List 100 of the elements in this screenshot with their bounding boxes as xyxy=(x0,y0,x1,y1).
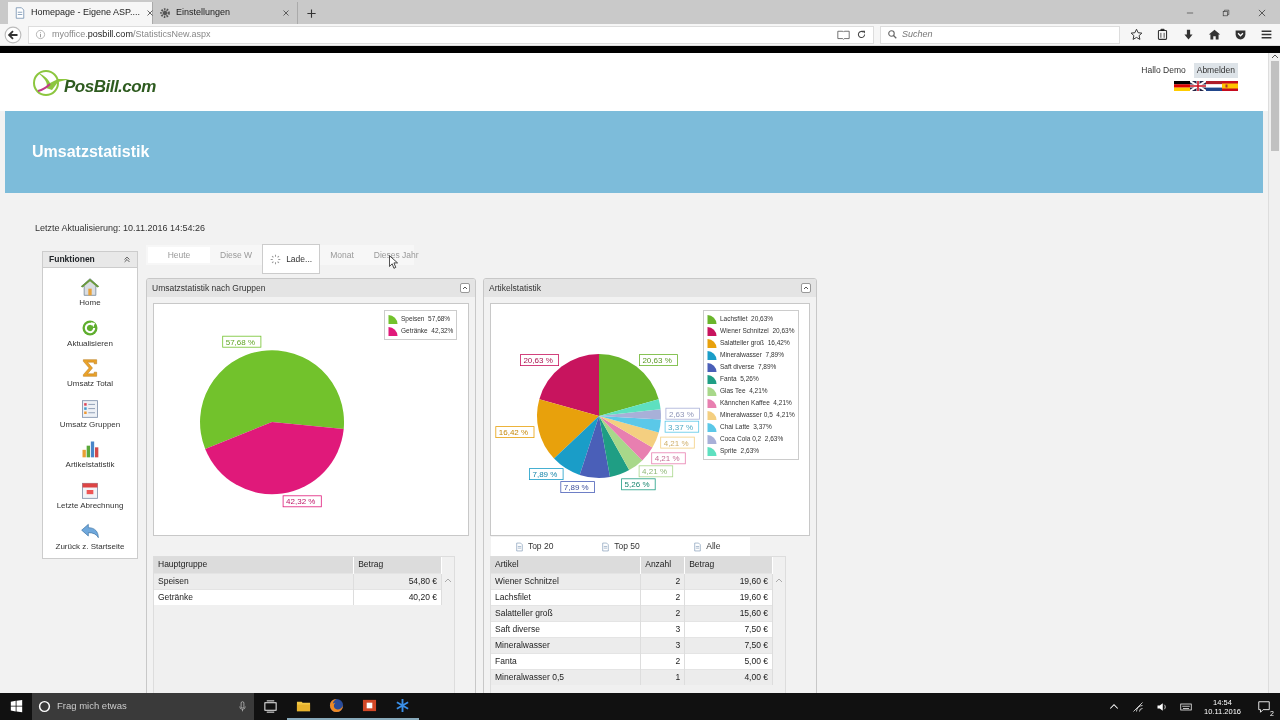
sidebar-title: Funktionen xyxy=(49,253,95,266)
filter-button[interactable]: Top 50 xyxy=(577,539,664,554)
scroll-thumb[interactable] xyxy=(1270,61,1279,151)
restore-icon[interactable] xyxy=(1221,8,1231,18)
logo-text: PosBill.com xyxy=(64,76,156,99)
menu-icon[interactable] xyxy=(1259,28,1273,41)
slides-app-icon[interactable] xyxy=(362,698,377,713)
data-label: 42,32 % xyxy=(282,495,322,508)
table-cell: Mineralwasser xyxy=(491,637,641,653)
flag-icon[interactable] xyxy=(1174,80,1190,91)
reload-icon[interactable] xyxy=(856,29,867,40)
speech-bubble-icon xyxy=(1256,699,1271,714)
table-cell: 15,60 € xyxy=(684,605,773,621)
sidebar-item[interactable]: Letzte Abrechnung xyxy=(43,476,137,518)
panel-title: Artikelstatistik xyxy=(489,281,541,295)
data-label: 7,89 % xyxy=(560,481,595,493)
microphone-icon xyxy=(237,701,248,712)
data-label: 5,26 % xyxy=(621,478,656,491)
table-cell: Fanta xyxy=(491,653,641,669)
table-cell: 40,20 € xyxy=(353,589,442,605)
home-icon[interactable] xyxy=(1207,28,1221,41)
flag-icon[interactable] xyxy=(1222,80,1238,91)
table-cell: 2 xyxy=(640,589,685,605)
collapse-icon[interactable] xyxy=(801,283,811,293)
sidebar-item[interactable]: Home xyxy=(43,274,137,315)
star-icon[interactable] xyxy=(1129,28,1143,41)
snowflake-icon[interactable] xyxy=(395,698,410,713)
browser-icon[interactable] xyxy=(329,698,344,713)
shield-icon[interactable] xyxy=(1233,28,1247,41)
data-label: 57,68 % xyxy=(222,335,262,348)
table-cell: 2 xyxy=(640,653,685,669)
sidebar-item[interactable]: Umsatz Total xyxy=(43,355,137,396)
cortana-icon xyxy=(38,700,51,713)
greeting-text: Hallo Demo xyxy=(1141,64,1186,77)
collapse-icon[interactable] xyxy=(460,283,470,293)
table-cell: 3 xyxy=(640,637,685,653)
table-cell: 19,60 € xyxy=(684,573,773,589)
data-label: 20,63 % xyxy=(639,354,678,366)
filter-button[interactable]: Alle xyxy=(663,539,750,554)
table-cell: 5,00 € xyxy=(684,653,773,669)
info-icon xyxy=(35,29,46,40)
table-cell: 54,80 € xyxy=(353,573,442,589)
address-field[interactable]: myoffice.posbill.com/StatisticsNew.aspx xyxy=(28,25,874,44)
table-cell: Getränke xyxy=(154,589,354,605)
table-cell: Salatteller groß xyxy=(491,605,641,621)
table-cell: 7,50 € xyxy=(684,637,773,653)
page-icon xyxy=(14,7,26,19)
table-cell: 4,00 € xyxy=(684,669,773,685)
clipboard-icon[interactable] xyxy=(1155,28,1169,41)
scrollbar[interactable] xyxy=(1268,53,1280,693)
spinner-icon xyxy=(270,253,282,265)
search-field[interactable]: Suchen xyxy=(880,25,1120,44)
sidebar-item[interactable]: Umsatz Gruppen xyxy=(43,395,137,437)
data-label: 3,37 % xyxy=(664,420,700,433)
document-icon xyxy=(693,541,703,552)
column-header: Artikel xyxy=(491,557,641,573)
list-icon xyxy=(80,398,100,419)
column-header: Hauptgruppe xyxy=(154,557,354,573)
sidebar-item[interactable]: Artikelstatistik xyxy=(43,436,137,477)
page-title: Umsatzstatistik xyxy=(32,142,150,162)
sidebar-item[interactable]: Zurück z. Startseite xyxy=(43,517,137,559)
panel-title: Umsatzstatistik nach Gruppen xyxy=(152,281,266,295)
filter-button[interactable]: Top 20 xyxy=(491,539,578,554)
sidebar-item[interactable]: Aktualisieren xyxy=(43,314,137,356)
search-icon xyxy=(887,29,898,40)
table-cell: Lachsfilet xyxy=(491,589,641,605)
wifi-icon[interactable] xyxy=(1132,700,1144,713)
loading-popup: Lade... xyxy=(262,244,321,274)
data-label: 2,63 % xyxy=(665,407,700,420)
data-label: 7,89 % xyxy=(529,468,564,480)
keyboard-icon[interactable] xyxy=(1180,700,1192,713)
table-cell: 1 xyxy=(640,669,685,685)
new-tab-button[interactable] xyxy=(306,8,317,19)
data-label: 20,63 % xyxy=(520,354,559,366)
flag-icon[interactable] xyxy=(1206,80,1222,91)
reader-icon[interactable] xyxy=(837,28,850,41)
task-view-icon[interactable] xyxy=(263,699,278,714)
column-header: Betrag xyxy=(684,557,773,573)
data-label: 16,42 % xyxy=(495,426,535,438)
document-icon xyxy=(514,541,524,552)
gear-icon xyxy=(159,7,171,19)
logout-link[interactable]: Abmelden xyxy=(1193,63,1238,78)
table-cell: 3 xyxy=(640,621,685,637)
close-icon xyxy=(144,8,155,18)
column-header: Betrag xyxy=(353,557,442,573)
data-label: 4,21 % xyxy=(651,452,686,465)
back-icon[interactable] xyxy=(4,25,22,44)
speaker-icon[interactable] xyxy=(1156,700,1168,713)
table-cell: Wiener Schnitzel xyxy=(491,573,641,589)
browser-tab[interactable]: Homepage - Eigene ASP.... xyxy=(8,2,153,24)
sigma-icon xyxy=(80,358,100,379)
close-icon[interactable] xyxy=(1257,8,1267,18)
windows-icon[interactable] xyxy=(9,700,23,713)
scroll-up-icon[interactable] xyxy=(1270,53,1279,61)
table-cell: 7,50 € xyxy=(684,621,773,637)
collapse-icon[interactable] xyxy=(123,255,131,264)
last-update-text: Letzte Aktualisierung: 10.11.2016 14:54:26 xyxy=(35,222,206,234)
house-icon xyxy=(80,277,100,297)
data-label: 4,21 % xyxy=(660,436,695,449)
search-field[interactable]: Frag mich etwas xyxy=(32,693,254,720)
